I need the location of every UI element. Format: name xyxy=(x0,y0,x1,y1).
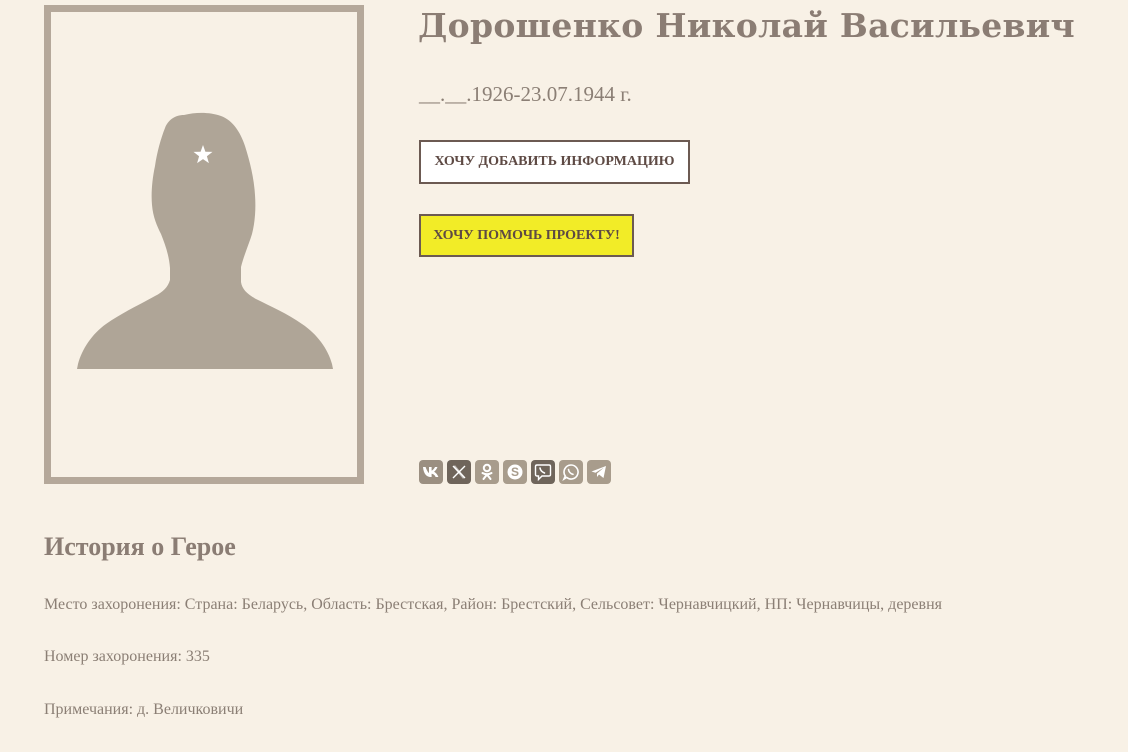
viber-icon[interactable] xyxy=(531,460,555,484)
hero-dates: __.__.1926-23.07.1944 г. xyxy=(419,82,632,106)
help-project-button[interactable]: ХОЧУ ПОМОЧЬ ПРОЕКТУ! xyxy=(419,214,634,257)
hero-portrait xyxy=(44,5,364,484)
soldier-silhouette-icon xyxy=(77,112,333,369)
svg-text:S: S xyxy=(511,465,519,479)
telegram-icon[interactable] xyxy=(587,460,611,484)
share-buttons: S xyxy=(419,460,611,484)
burial-number-text: Номер захоронения: 335 xyxy=(44,648,210,665)
hero-name: Дорошенко Николай Васильевич xyxy=(418,6,1075,45)
add-info-button[interactable]: ХОЧУ ДОБАВИТЬ ИНФОРМАЦИЮ xyxy=(419,140,690,184)
history-title: История о Герое xyxy=(44,532,236,561)
notes-text: Примечания: д. Величковичи xyxy=(44,701,244,718)
whatsapp-icon[interactable] xyxy=(559,460,583,484)
vk-icon[interactable] xyxy=(419,460,443,484)
odnoklassniki-icon[interactable] xyxy=(475,460,499,484)
x-icon[interactable] xyxy=(447,460,471,484)
burial-place-text: Место захоронения: Страна: Беларусь, Обл… xyxy=(44,596,942,613)
skype-icon[interactable]: S xyxy=(503,460,527,484)
